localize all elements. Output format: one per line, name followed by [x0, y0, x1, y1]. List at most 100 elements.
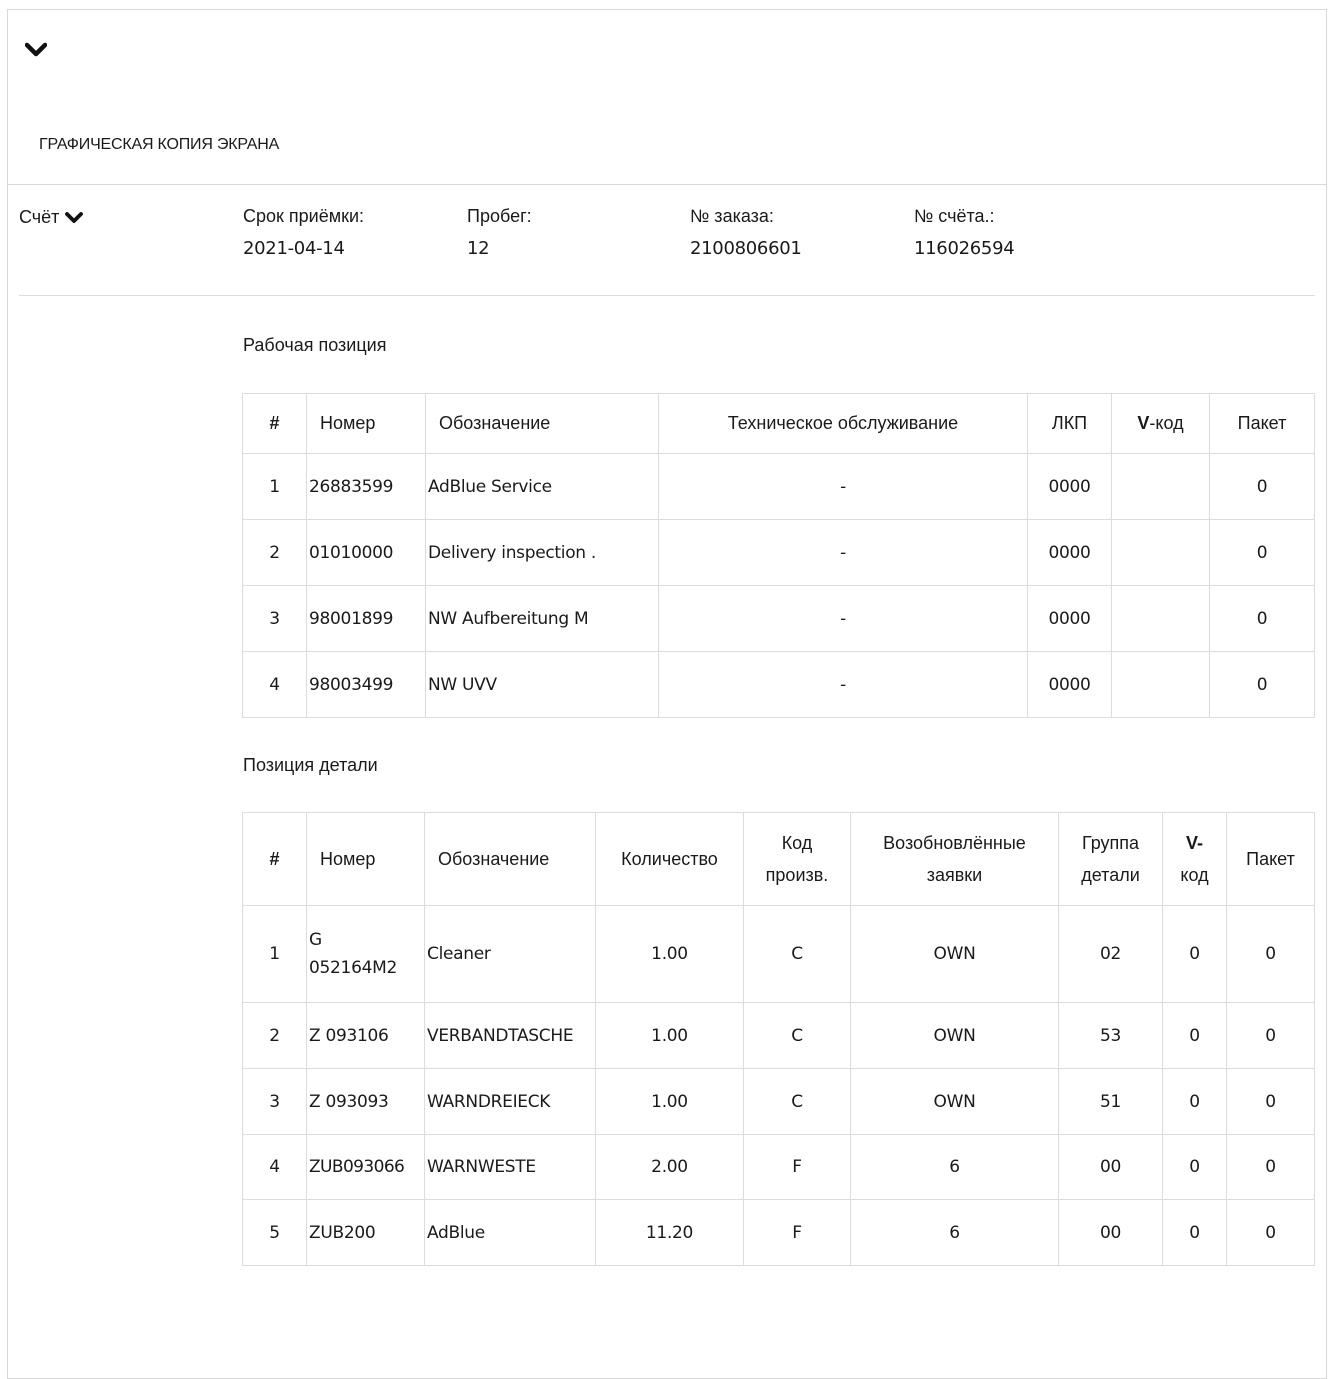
- cell-part-group: 53: [1058, 1002, 1163, 1069]
- cell-lkp: 0000: [1027, 585, 1112, 652]
- cell-number: Z 093093: [306, 1068, 425, 1135]
- table-row: 1 G 052164M2 Cleaner 1.00 C OWN 02 0 0: [242, 905, 1315, 1003]
- col-header-manufacturer-code: Код произв.: [743, 812, 851, 906]
- vcode-header-rest: код: [1180, 865, 1209, 885]
- cell-package: 0: [1209, 519, 1315, 586]
- cell-num: 2: [242, 519, 307, 586]
- col-header-package: Пакет: [1226, 812, 1315, 906]
- col-header-renewed-requests: Возобновлённые заявки: [850, 812, 1059, 906]
- cell-number: ZUB200: [306, 1199, 425, 1266]
- cell-maintenance: -: [658, 519, 1028, 586]
- cell-vcode: [1111, 519, 1210, 586]
- order-number-label: № заказа:: [690, 206, 774, 226]
- part-positions-table: # Номер Обозначение Количество Код произ…: [242, 812, 1315, 1266]
- col-header-number: Номер: [306, 812, 425, 906]
- chevron-down-icon: [65, 211, 84, 223]
- cell-renewed-requests: OWN: [850, 1002, 1059, 1069]
- cell-part-group: 00: [1058, 1134, 1163, 1200]
- col-header-vcode: V-код: [1111, 393, 1210, 454]
- cell-vcode: 0: [1162, 905, 1227, 1003]
- part-group-line1: Группа: [1081, 833, 1140, 853]
- col-header-designation: Обозначение: [424, 812, 596, 906]
- renewed-requests-line2: заявки: [926, 865, 983, 885]
- order-number-value: 2100806601: [690, 238, 802, 259]
- mileage-value: 12: [467, 238, 490, 259]
- invoice-number-label: № счёта.:: [914, 206, 995, 226]
- cell-num: 1: [242, 453, 307, 520]
- cell-package: 0: [1226, 1002, 1315, 1069]
- cell-manufacturer-code: C: [743, 1002, 851, 1069]
- part-positions-title: Позиция детали: [243, 755, 378, 775]
- table-row: 4 98003499 NW UVV - 0000 0: [242, 651, 1315, 718]
- cell-package: 0: [1226, 1134, 1315, 1200]
- col-header-quantity: Количество: [595, 812, 744, 906]
- cell-vcode: [1111, 453, 1210, 520]
- cell-vcode: 0: [1162, 1199, 1227, 1266]
- cell-vcode: 0: [1162, 1068, 1227, 1135]
- cell-designation: VERBANDTASCHE: [424, 1002, 596, 1069]
- table-row: 2 01010000 Delivery inspection . - 0000 …: [242, 519, 1315, 586]
- cell-vcode: 0: [1162, 1134, 1227, 1200]
- header-divider: [7, 184, 1327, 185]
- screen-copy-title: ГРАФИЧЕСКАЯ КОПИЯ ЭКРАНА: [39, 136, 280, 153]
- acceptance-date-label: Срок приёмки:: [243, 206, 365, 226]
- table-row: 4 ZUB093066 WARNWESTE 2.00 F 6 00 0 0: [242, 1134, 1315, 1200]
- cell-quantity: 11.20: [595, 1199, 744, 1266]
- vcode-header-bold: V-: [1185, 833, 1203, 853]
- cell-num: 4: [242, 1134, 307, 1200]
- col-header-vcode: V- код: [1162, 812, 1227, 906]
- cell-designation: AdBlue Service: [425, 453, 659, 520]
- cell-quantity: 1.00: [595, 905, 744, 1003]
- cell-manufacturer-code: F: [743, 1134, 851, 1200]
- cell-renewed-requests: 6: [850, 1199, 1059, 1266]
- cell-renewed-requests: OWN: [850, 905, 1059, 1003]
- cell-manufacturer-code: C: [743, 905, 851, 1003]
- cell-renewed-requests: 6: [850, 1134, 1059, 1200]
- account-label: Счёт: [19, 207, 60, 227]
- col-header-num: #: [242, 812, 307, 906]
- invoice-number-value: 116026594: [914, 238, 1015, 259]
- cell-designation: AdBlue: [424, 1199, 596, 1266]
- renewed-requests-line1: Возобновлённые: [883, 833, 1026, 853]
- manufacturer-code-line2: произв.: [765, 865, 829, 885]
- cell-number: 98003499: [306, 651, 426, 718]
- acceptance-date-value: 2021-04-14: [243, 238, 345, 259]
- cell-maintenance: -: [658, 651, 1028, 718]
- cell-quantity: 1.00: [595, 1068, 744, 1135]
- cell-designation: Cleaner: [424, 905, 596, 1003]
- cell-num: 1: [242, 905, 307, 1003]
- col-header-num: #: [242, 393, 307, 454]
- part-group-line2: детали: [1081, 865, 1140, 885]
- table-header-row: # Номер Обозначение Количество Код произ…: [242, 812, 1315, 906]
- cell-lkp: 0000: [1027, 519, 1112, 586]
- cell-num: 2: [242, 1002, 307, 1069]
- table-row: 1 26883599 AdBlue Service - 0000 0: [242, 453, 1315, 520]
- cell-package: 0: [1209, 453, 1315, 520]
- cell-package: 0: [1209, 585, 1315, 652]
- chevron-down-icon[interactable]: [25, 42, 47, 58]
- cell-number-line1: G: [309, 930, 322, 950]
- cell-num: 5: [242, 1199, 307, 1266]
- cell-number: 26883599: [306, 453, 426, 520]
- vcode-header-bold: V: [1137, 413, 1150, 433]
- cell-lkp: 0000: [1027, 651, 1112, 718]
- cell-part-group: 00: [1058, 1199, 1163, 1266]
- col-header-package: Пакет: [1209, 393, 1315, 454]
- table-row: 2 Z 093106 VERBANDTASCHE 1.00 C OWN 53 0…: [242, 1002, 1315, 1069]
- cell-part-group: 51: [1058, 1068, 1163, 1135]
- col-header-part-group: Группа детали: [1058, 812, 1163, 906]
- cell-maintenance: -: [658, 585, 1028, 652]
- table-header-row: # Номер Обозначение Техническое обслужив…: [242, 393, 1315, 454]
- cell-vcode: [1111, 585, 1210, 652]
- account-toggle[interactable]: Счёт: [19, 207, 84, 228]
- cell-part-group: 02: [1058, 905, 1163, 1003]
- col-header-number: Номер: [306, 393, 426, 454]
- cell-quantity: 1.00: [595, 1002, 744, 1069]
- cell-number: Z 093106: [306, 1002, 425, 1069]
- cell-lkp: 0000: [1027, 453, 1112, 520]
- cell-manufacturer-code: C: [743, 1068, 851, 1135]
- cell-vcode: 0: [1162, 1002, 1227, 1069]
- cell-designation: NW UVV: [425, 651, 659, 718]
- manufacturer-code-line1: Код: [781, 833, 813, 853]
- cell-renewed-requests: OWN: [850, 1068, 1059, 1135]
